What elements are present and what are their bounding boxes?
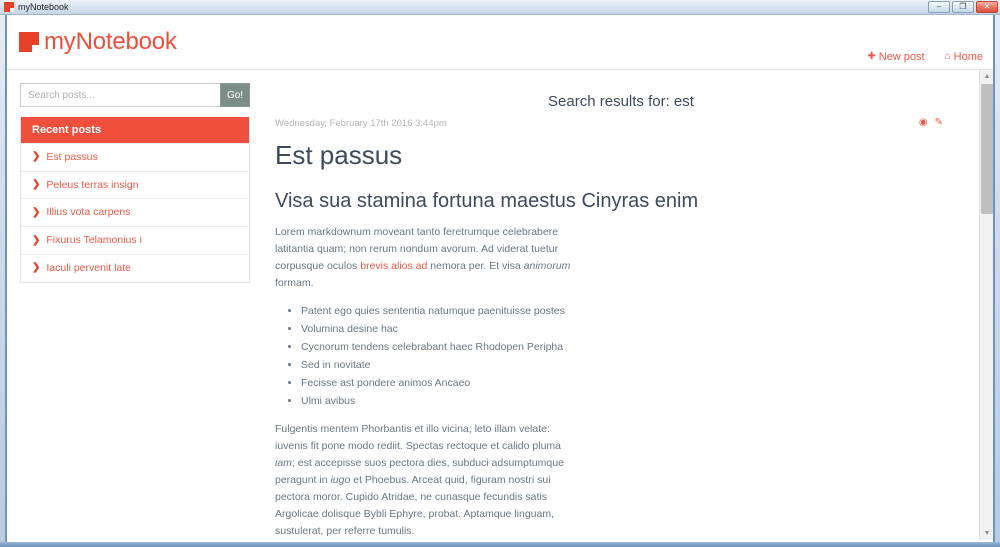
search-results-heading: Search results for: est xyxy=(548,93,694,110)
scroll-down-arrow-icon[interactable]: ▼ xyxy=(980,527,993,540)
search-input[interactable] xyxy=(20,83,220,107)
scroll-up-arrow-icon[interactable]: ▲ xyxy=(980,70,993,83)
sidebar-item-label: Peleus terras insign xyxy=(46,178,139,191)
window-bottom-frame xyxy=(0,542,1000,547)
sidebar-item-illius-vota-carpens[interactable]: ❯ Illius vota carpens xyxy=(21,198,249,226)
pencil-icon[interactable]: ✎ xyxy=(935,118,943,128)
sidebar: Go! Recent posts ❯ Est passus ❯ Peleus t… xyxy=(7,70,263,540)
chevron-right-icon: ❯ xyxy=(32,179,41,191)
minimize-button[interactable]: – xyxy=(928,1,950,13)
home-label: Home xyxy=(953,51,983,63)
brand-logo[interactable]: myNotebook xyxy=(19,28,177,56)
sidebar-item-label: Illius vota carpens xyxy=(46,206,131,219)
sidebar-item-fixurus-telamonius[interactable]: ❯ Fixurus Telamonius i xyxy=(21,226,249,254)
plus-icon: ✚ xyxy=(867,51,876,62)
list-item: Cycnorum tendens celebrabant haec Rhodop… xyxy=(301,338,965,356)
search-submit-button[interactable]: Go! xyxy=(220,83,250,107)
maximize-button[interactable]: ❐ xyxy=(952,1,974,13)
list-item: Sed in novitate xyxy=(301,356,965,374)
new-post-link[interactable]: ✚ New post xyxy=(867,51,924,63)
application-window: myNotebook – ❐ ✕ myNotebook ✚ New post ⌂… xyxy=(0,0,1000,547)
close-button[interactable]: ✕ xyxy=(976,1,998,13)
post-actions: ◉ ✎ xyxy=(919,118,965,128)
list-item: Ulmi avibus xyxy=(301,392,965,410)
recent-posts-header: Recent posts xyxy=(21,117,249,144)
notebook-logo-icon xyxy=(19,32,39,52)
para2-a: Fulgentis mentem Phorbantis et illo vici… xyxy=(275,423,561,453)
brand-name: myNotebook xyxy=(44,28,177,55)
content-scrollbar[interactable]: ▲ ▼ xyxy=(979,70,993,540)
post-paragraph-2: Fulgentis mentem Phorbantis et illo vici… xyxy=(275,421,577,540)
window-title: myNotebook xyxy=(18,2,69,12)
post-meta: Wednesday, February 17th 2016 3:44pm ◉ ✎ xyxy=(275,118,965,130)
para1-post: formam. xyxy=(275,276,314,289)
minimize-icon: – xyxy=(936,2,942,11)
list-item: Fecisse ast pondere animos Ancaeo xyxy=(301,374,965,392)
home-link[interactable]: ⌂ Home xyxy=(945,51,983,63)
post-section-heading-1: Visa sua stamina fortuna maestus Cinyras… xyxy=(275,189,699,212)
site-header: myNotebook ✚ New post ⌂ Home xyxy=(7,15,993,70)
recent-posts-panel: Recent posts ❯ Est passus ❯ Peleus terra… xyxy=(20,117,250,283)
window-controls: – ❐ ✕ xyxy=(928,1,998,13)
eye-icon[interactable]: ◉ xyxy=(919,118,928,128)
list-item: Patent ego quies sententia natumque paen… xyxy=(301,302,965,320)
para2-italic-2: iugo xyxy=(330,474,351,487)
header-nav: ✚ New post ⌂ Home xyxy=(867,51,983,63)
sidebar-item-label: Fixurus Telamonius i xyxy=(46,234,142,247)
new-post-label: New post xyxy=(878,51,925,63)
chevron-right-icon: ❯ xyxy=(32,151,41,163)
sidebar-item-label: Iaculi pervenit late xyxy=(46,261,132,274)
chevron-right-icon: ❯ xyxy=(32,234,41,246)
maximize-icon: ❐ xyxy=(959,2,967,11)
notebook-icon xyxy=(4,2,14,12)
para2-italic-1: iam xyxy=(275,457,292,470)
sidebar-item-peleus-terras-insign[interactable]: ❯ Peleus terras insign xyxy=(21,170,249,199)
sidebar-item-label: Est passus xyxy=(46,151,98,164)
page-root: myNotebook ✚ New post ⌂ Home Search post… xyxy=(7,15,993,540)
main-content: Search results for: est Wednesday, Febru… xyxy=(263,70,979,540)
para1-mid: nemora per. Et visa xyxy=(427,259,524,272)
post-paragraph-1: Lorem markdownum moveant tanto feretrumq… xyxy=(275,224,575,292)
close-icon: ✕ xyxy=(983,2,991,11)
para1-italic: animorum xyxy=(523,259,571,272)
scrollbar-thumb[interactable] xyxy=(981,84,993,214)
post-article: Wednesday, February 17th 2016 3:44pm ◉ ✎… xyxy=(275,118,965,540)
sidebar-item-iaculi-pervenit-late[interactable]: ❯ Iaculi pervenit late xyxy=(21,253,249,282)
home-icon: ⌂ xyxy=(944,51,951,62)
chevron-right-icon: ❯ xyxy=(32,262,41,274)
browser-viewport: myNotebook ✚ New post ⌂ Home Search post… xyxy=(5,15,995,542)
post-title: Est passus xyxy=(275,140,403,170)
post-bullet-list: Patent ego quies sententia natumque paen… xyxy=(275,302,965,410)
inline-link-brevis-alios-ad[interactable]: brevis alios ad xyxy=(360,260,427,272)
window-titlebar: myNotebook – ❐ ✕ xyxy=(0,0,1000,15)
chevron-right-icon: ❯ xyxy=(32,206,41,218)
post-date: Wednesday, February 17th 2016 3:44pm xyxy=(275,118,447,129)
search-form: Go! xyxy=(20,83,250,107)
list-item: Volumina desine hac xyxy=(301,320,965,338)
sidebar-item-est-passus[interactable]: ❯ Est passus xyxy=(21,143,249,171)
